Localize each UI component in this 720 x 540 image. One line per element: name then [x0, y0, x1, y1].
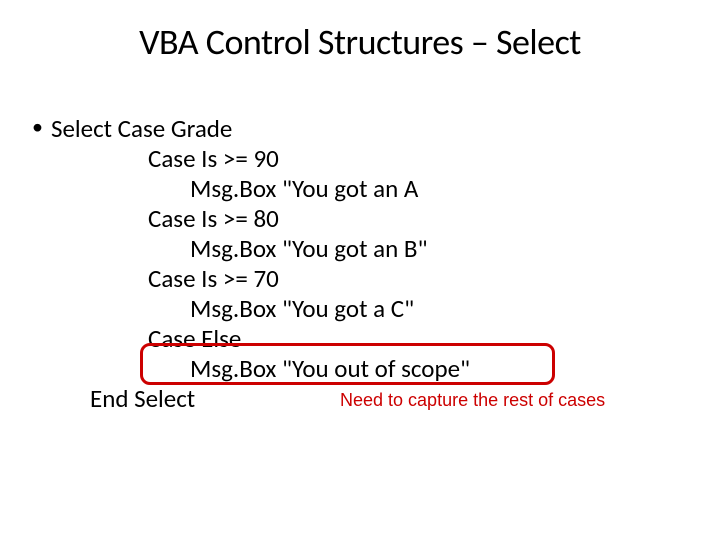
bullet-icon: • — [32, 114, 43, 140]
slide: VBA Control Structures – Select • Select… — [0, 0, 720, 540]
code-line-msg2: Msg.Box "You got an B" — [50, 234, 670, 264]
code-line-msg4: Msg.Box "You out of scope" — [50, 354, 670, 384]
code-line-case2: Case Is >= 80 — [50, 204, 670, 234]
slide-title: VBA Control Structures – Select — [50, 20, 670, 64]
code-line-select: • Select Case Grade — [50, 114, 670, 144]
code-line-case-else: Case Else — [50, 324, 670, 354]
code-block: • Select Case Grade Case Is >= 90 Msg.Bo… — [50, 114, 670, 414]
annotation-text: Need to capture the rest of cases — [340, 390, 605, 412]
code-line-case1: Case Is >= 90 — [50, 144, 670, 174]
code-line-msg1: Msg.Box "You got an A — [50, 174, 670, 204]
code-line-msg3: Msg.Box "You got a C" — [50, 294, 670, 324]
code-line-case3: Case Is >= 70 — [50, 264, 670, 294]
code-text: Select Case Grade — [51, 114, 232, 144]
